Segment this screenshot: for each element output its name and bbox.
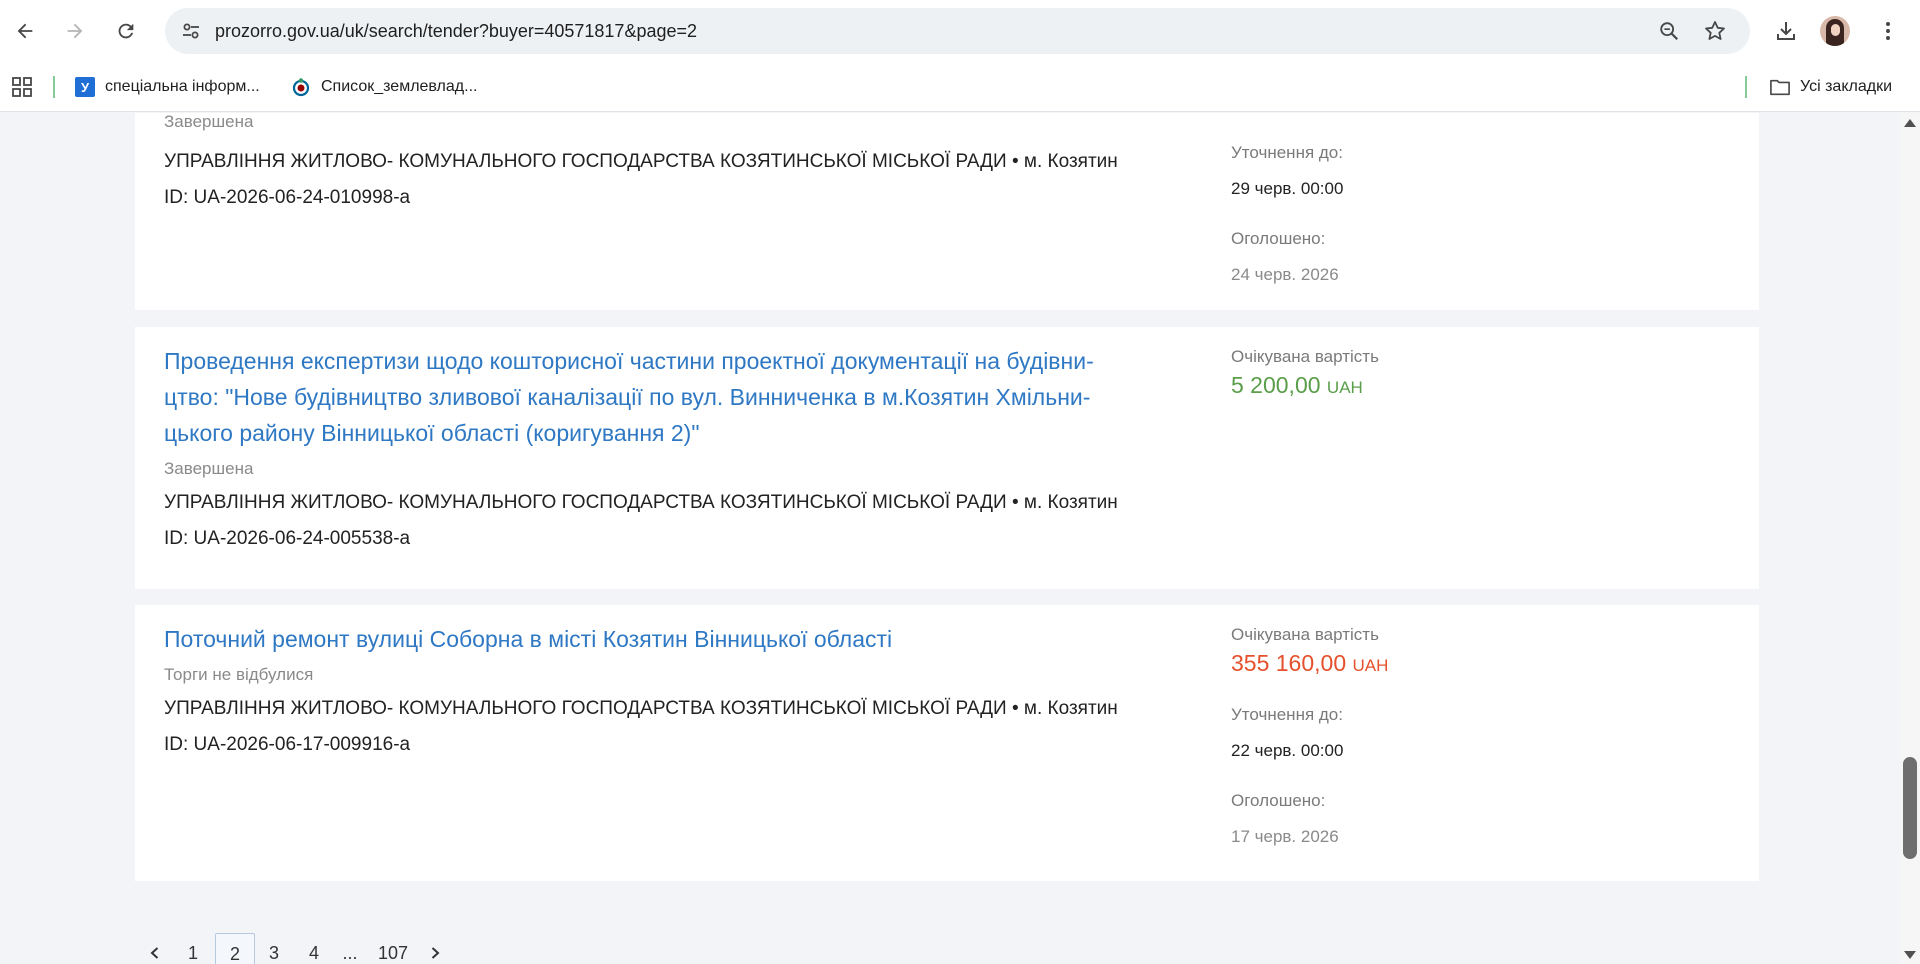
chevron-left-icon [150,947,159,959]
page-link-1[interactable]: 1 [179,933,207,964]
page-link-2-current[interactable]: 2 [215,933,255,964]
clarify-label: Уточнення до: [1231,705,1343,724]
value-currency: UAH [1352,656,1389,675]
clarify-date: 22 черв. 00:00 [1231,741,1344,760]
star-icon [1705,21,1725,40]
tender-buyer: УПРАВЛІННЯ ЖИТЛОВО- КОМУНАЛЬНОГО ГОСПОДА… [164,151,1118,172]
scroll-down-arrow-icon[interactable] [1904,951,1916,959]
tune-icon [183,23,199,39]
avatar-face [1831,24,1840,36]
all-bookmarks-label: Усі закладки [1800,78,1893,95]
prev-page-button[interactable] [145,933,165,964]
bookmark-favicon: У [75,77,95,97]
page-link-107[interactable]: 107 [373,933,413,964]
tender-card: Завершена УПРАВЛІННЯ ЖИТЛОВО- КОМУНАЛЬНО… [135,113,1759,310]
expected-value-label: Очікувана вартість [1231,625,1379,644]
url-text[interactable]: prozorro.gov.ua/uk/search/tender?buyer=4… [215,8,697,54]
tender-card: Проведення експертизи щодо кошторисної ч… [135,327,1759,589]
more-vert-icon [1886,22,1890,40]
tender-title-link[interactable]: Поточний ремонт вулиці Соборна в місті К… [164,621,1184,657]
expected-value: 355 160,00 UAH [1231,647,1388,682]
bookmark-star-button[interactable] [1701,17,1729,45]
zoom-icon [1660,22,1679,41]
downloads-button[interactable] [1768,13,1804,49]
announced-date: 17 черв. 2026 [1231,827,1339,846]
arrow-left-icon [17,23,33,39]
bookmark-item[interactable]: Список_землевлад... [291,71,477,103]
tender-buyer: УПРАВЛІННЯ ЖИТЛОВО- КОМУНАЛЬНОГО ГОСПОДА… [164,698,1118,719]
next-page-button[interactable] [425,933,445,964]
scroll-up-arrow-icon[interactable] [1904,119,1916,127]
reload-icon [118,23,134,39]
apps-button[interactable] [8,73,36,101]
announced-label: Оголошено: [1231,229,1326,248]
site-info-button[interactable] [175,15,207,47]
all-bookmarks-button[interactable]: Усі закладки [1770,71,1892,103]
tender-buyer: УПРАВЛІННЯ ЖИТЛОВО- КОМУНАЛЬНОГО ГОСПОДА… [164,492,1118,513]
bookmarks-separator [53,76,55,98]
page-link-3[interactable]: 3 [261,933,287,964]
page-scrollbar[interactable] [1900,113,1920,964]
address-bar[interactable]: prozorro.gov.ua/uk/search/tender?buyer=4… [165,8,1750,54]
page-content: Завершена УПРАВЛІННЯ ЖИТЛОВО- КОМУНАЛЬНО… [0,113,1900,964]
zoom-button[interactable] [1655,17,1683,45]
expected-value: 5 200,00 UAH [1231,369,1379,404]
clarify-date: 29 черв. 00:00 [1231,179,1344,198]
tender-title-line: Проведення експертизи щодо кошторисної ч… [164,348,1094,374]
folder-icon [1770,77,1790,97]
page-ellipsis: ... [342,943,358,963]
tender-status: Завершена [164,113,254,131]
arrow-right-icon [67,23,83,39]
tender-card: Поточний ремонт вулиці Соборна в місті К… [135,605,1759,881]
value-currency: UAH [1326,378,1363,397]
wikimedia-icon [291,77,311,97]
tender-status: Завершена [164,459,254,478]
tender-title-line: цтво: "Нове будівництво зливової каналіз… [164,384,1091,410]
tender-id: ID: UA-2026-06-17-009916-a [164,734,411,755]
apps-grid-icon [12,77,32,97]
download-icon [1777,22,1795,40]
bookmarks-separator [1745,76,1747,98]
tender-title-line: Поточний ремонт вулиці Соборна в місті К… [164,626,893,652]
announced-label: Оголошено: [1231,791,1326,810]
forward-button[interactable] [57,13,93,49]
reload-button[interactable] [108,13,144,49]
tender-title-link[interactable]: Проведення експертизи щодо кошторисної ч… [164,343,1184,451]
profile-avatar[interactable] [1820,16,1850,46]
bookmarks-bar: У спеціальна інформ... Список_землевлад.… [0,62,1920,112]
value-amount: 5 200,00 [1231,372,1321,398]
bookmark-item[interactable]: У спеціальна інформ... [75,71,260,103]
chevron-right-icon [431,947,440,959]
bookmark-label: Список_землевлад... [321,78,478,95]
menu-button[interactable] [1870,13,1906,49]
page-link-4[interactable]: 4 [301,933,327,964]
scroll-thumb[interactable] [1903,757,1917,859]
tender-title-line: цького району Вінницької області (коригу… [164,420,700,446]
announced-date: 24 черв. 2026 [1231,265,1339,284]
back-button[interactable] [7,13,43,49]
tender-id: ID: UA-2026-06-24-005538-a [164,528,411,549]
tender-id: ID: UA-2026-06-24-010998-a [164,187,411,208]
value-amount: 355 160,00 [1231,650,1347,676]
clarify-label: Уточнення до: [1231,143,1343,162]
browser-toolbar: prozorro.gov.ua/uk/search/tender?buyer=4… [0,0,1920,62]
bookmark-label: спеціальна інформ... [105,78,260,95]
tender-status: Торги не відбулися [164,665,314,684]
expected-value-label: Очікувана вартість [1231,347,1379,366]
